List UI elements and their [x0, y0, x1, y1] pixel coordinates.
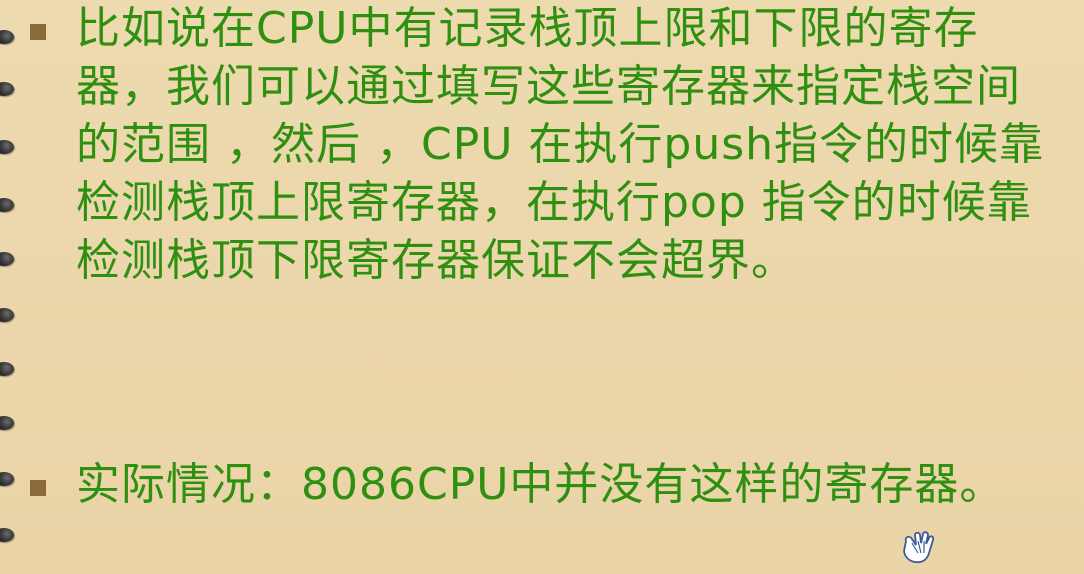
spiral-ring-icon	[0, 308, 14, 322]
bullet-text-1: 比如说在CPU中有记录栈顶上限和下限的寄存器，我们可以通过填写这些寄存器来指定栈…	[76, 3, 1045, 286]
spiral-ring-icon	[0, 82, 14, 96]
bullet-item-1: 比如说在CPU中有记录栈顶上限和下限的寄存器，我们可以通过填写这些寄存器来指定栈…	[30, 0, 1064, 290]
spiral-binding-icon	[0, 0, 16, 574]
hand-pointer-icon	[903, 531, 935, 564]
bullet-text-2: 实际情况：8086CPU中并没有这样的寄存器。	[76, 459, 1005, 510]
spiral-ring-icon	[0, 416, 14, 430]
spiral-ring-icon	[0, 252, 14, 266]
slide-canvas: 比如说在CPU中有记录栈顶上限和下限的寄存器，我们可以通过填写这些寄存器来指定栈…	[0, 0, 1084, 574]
square-bullet-icon	[30, 480, 46, 496]
spiral-ring-icon	[0, 198, 14, 212]
spiral-ring-icon	[0, 528, 14, 542]
spiral-ring-icon	[0, 362, 14, 376]
bullet-item-2: 实际情况：8086CPU中并没有这样的寄存器。	[30, 456, 1064, 514]
spiral-ring-icon	[0, 140, 14, 154]
spiral-ring-icon	[0, 30, 14, 44]
spiral-ring-icon	[0, 472, 14, 486]
square-bullet-icon	[30, 24, 46, 40]
